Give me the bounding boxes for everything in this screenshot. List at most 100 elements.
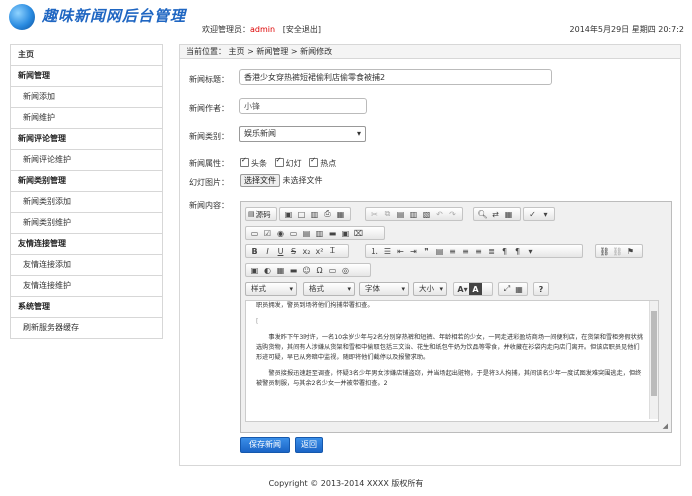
- bulleted-list-icon[interactable]: ☰: [381, 245, 394, 257]
- rtl-icon[interactable]: ¶: [511, 245, 524, 257]
- radio-icon[interactable]: ◉: [274, 227, 287, 239]
- button-field-icon[interactable]: ▬: [326, 227, 339, 239]
- sidebar-group-categories[interactable]: 新闻类别管理: [11, 171, 162, 192]
- textfield-icon[interactable]: ▭: [287, 227, 300, 239]
- copy-icon[interactable]: ⧉: [381, 208, 394, 220]
- attr-slide[interactable]: 幻灯: [274, 156, 302, 168]
- indent-icon[interactable]: ⇥: [407, 245, 420, 257]
- content-paragraph-0: 职员拥发，警员到场将他们拘捕带署扣查。: [256, 302, 374, 309]
- sidebar-item-news-add[interactable]: 新闻添加: [11, 87, 162, 108]
- maximize-icon[interactable]: ⤢: [501, 283, 513, 295]
- outdent-icon[interactable]: ⇤: [394, 245, 407, 257]
- source-button[interactable]: ▤ 源码: [245, 207, 277, 221]
- spellcheck-icon[interactable]: ✓: [526, 208, 539, 220]
- blockquote-icon[interactable]: ❞: [420, 245, 433, 257]
- replace-icon[interactable]: ⇄: [489, 208, 502, 220]
- ltr-icon[interactable]: ¶: [498, 245, 511, 257]
- sidebar-group-news[interactable]: 新闻管理: [11, 66, 162, 87]
- page-break-icon[interactable]: ▭: [326, 264, 339, 276]
- print-icon[interactable]: ⎙: [321, 208, 334, 220]
- select-all-icon[interactable]: ▦: [502, 208, 515, 220]
- paste-icon[interactable]: ▤: [394, 208, 407, 220]
- sidebar-group-links[interactable]: 友情连接管理: [11, 234, 162, 255]
- checkbox-icon[interactable]: ☑: [261, 227, 274, 239]
- choose-file-button[interactable]: 选择文件: [240, 174, 280, 187]
- strikethrough-icon[interactable]: S: [287, 245, 300, 257]
- sidebar-item-home[interactable]: 主页: [11, 45, 162, 66]
- templates-icon[interactable]: ▦: [334, 208, 347, 220]
- unlink-icon[interactable]: ⛓: [611, 245, 624, 257]
- remove-format-icon[interactable]: Ꮖ: [326, 245, 339, 257]
- resize-handle-icon[interactable]: ◢: [663, 422, 668, 430]
- editor-scrollbar[interactable]: [649, 301, 658, 419]
- attr-hot[interactable]: 热点: [309, 156, 337, 168]
- attr-hot-label: 热点: [320, 159, 337, 168]
- align-right-icon[interactable]: ≡: [472, 245, 485, 257]
- sidebar-item-category-maintain[interactable]: 新闻类别维护: [11, 213, 162, 234]
- scrollbar-thumb[interactable]: [651, 311, 657, 396]
- undo-icon[interactable]: ↶: [433, 208, 446, 220]
- link-icon[interactable]: ⛓: [598, 245, 611, 257]
- new-page-icon[interactable]: □: [295, 208, 308, 220]
- flash-icon[interactable]: ◐: [261, 264, 274, 276]
- sidebar-item-refresh-cache[interactable]: 刷新服务器缓存: [11, 318, 162, 339]
- author-label: 新闻作者：: [189, 104, 229, 113]
- save-icon[interactable]: ▣: [282, 208, 295, 220]
- horizontal-rule-icon[interactable]: ▬: [287, 264, 300, 276]
- attr-slide-label: 幻灯: [285, 159, 302, 168]
- sidebar-item-links-maintain[interactable]: 友情连接维护: [11, 276, 162, 297]
- select-field-icon[interactable]: ▥: [313, 227, 326, 239]
- superscript-icon[interactable]: x²: [313, 245, 326, 257]
- align-justify-icon[interactable]: ≣: [485, 245, 498, 257]
- sidebar-group-comments[interactable]: 新闻评论管理: [11, 129, 162, 150]
- help-icon[interactable]: ?: [536, 283, 546, 295]
- category-select[interactable]: 娱乐新闻 ▾: [239, 126, 366, 142]
- show-blocks-icon[interactable]: ▦: [513, 283, 525, 295]
- hidden-field-icon[interactable]: ⌧: [352, 227, 365, 239]
- div-container-icon[interactable]: ▤: [433, 245, 446, 257]
- author-input[interactable]: 小锋: [239, 98, 367, 114]
- title-input[interactable]: 香港少女穿热裤短裙偷利店偷零食被捕2: [239, 69, 552, 85]
- find-toolbar-group: 🔍︎ ⇄ ▦: [473, 207, 521, 221]
- sidebar-group-system[interactable]: 系统管理: [11, 297, 162, 318]
- iframe-icon[interactable]: ◎: [339, 264, 352, 276]
- image-button-icon[interactable]: ▣: [339, 227, 352, 239]
- attr-headline[interactable]: 头条: [240, 156, 267, 168]
- special-char-icon[interactable]: Ω: [313, 264, 326, 276]
- underline-icon[interactable]: U: [274, 245, 287, 257]
- styles-combo[interactable]: 样式: [245, 282, 297, 296]
- paste-text-icon[interactable]: ▥: [407, 208, 420, 220]
- sidebar-item-links-add[interactable]: 友情连接添加: [11, 255, 162, 276]
- bold-icon[interactable]: B: [248, 245, 261, 257]
- subscript-icon[interactable]: x₂: [300, 245, 313, 257]
- numbered-list-icon[interactable]: ⒈: [368, 245, 381, 257]
- chevron-down-icon[interactable]: ▾: [539, 208, 552, 220]
- sidebar-item-category-add[interactable]: 新闻类别添加: [11, 192, 162, 213]
- find-icon[interactable]: 🔍︎: [476, 208, 489, 220]
- anchor-icon[interactable]: ⚑: [624, 245, 637, 257]
- sidebar-item-news-maintain[interactable]: 新闻维护: [11, 108, 162, 129]
- align-center-icon[interactable]: ≡: [459, 245, 472, 257]
- redo-icon[interactable]: ↷: [446, 208, 459, 220]
- font-combo[interactable]: 字体: [359, 282, 409, 296]
- preview-icon[interactable]: ▥: [308, 208, 321, 220]
- format-combo[interactable]: 格式: [303, 282, 355, 296]
- cut-icon[interactable]: ✂: [368, 208, 381, 220]
- textarea-icon[interactable]: ▤: [300, 227, 313, 239]
- form-icon[interactable]: ▭: [248, 227, 261, 239]
- size-combo[interactable]: 大小: [413, 282, 447, 296]
- language-icon[interactable]: ▾: [524, 245, 537, 257]
- sidebar-item-comments-maintain[interactable]: 新闻评论维护: [11, 150, 162, 171]
- text-color-icon[interactable]: A▾: [456, 283, 469, 295]
- save-news-button[interactable]: 保存新闻: [240, 437, 290, 453]
- editor-content-area[interactable]: 职员拥发，警员到场将他们拘捕带署扣查。 [ 事发昨下午3时许，一名10余岁少年与…: [245, 300, 659, 422]
- bg-color-icon[interactable]: A: [469, 283, 482, 295]
- paste-word-icon[interactable]: ▧: [420, 208, 433, 220]
- align-left-icon[interactable]: ≡: [446, 245, 459, 257]
- back-button[interactable]: 返回: [295, 437, 323, 453]
- table-icon[interactable]: ▦: [274, 264, 287, 276]
- italic-icon[interactable]: I: [261, 245, 274, 257]
- logout-link[interactable]: [安全退出]: [283, 25, 321, 34]
- image-icon[interactable]: ▣: [248, 264, 261, 276]
- smiley-icon[interactable]: ☺: [300, 264, 313, 276]
